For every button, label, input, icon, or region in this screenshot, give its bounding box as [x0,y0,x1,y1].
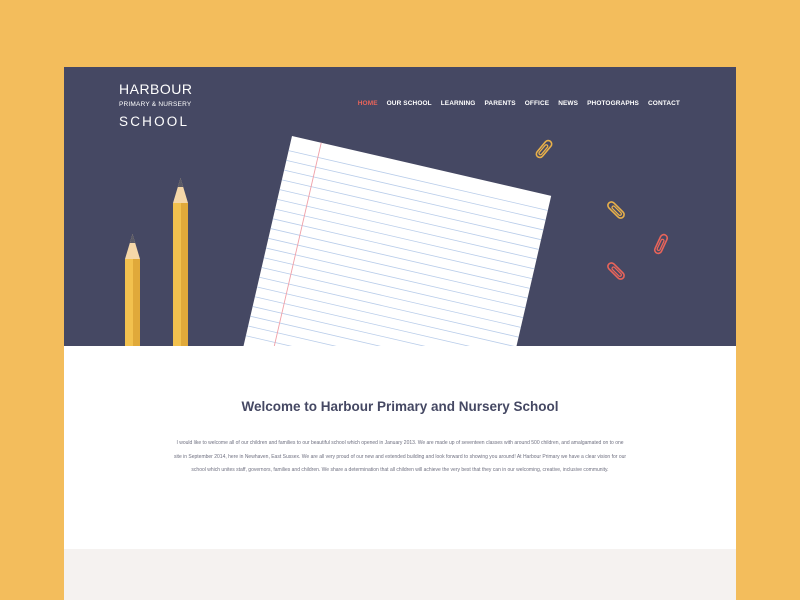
nav-photographs[interactable]: PHOTOGRAPHS [587,100,639,107]
paperclip-icon [607,262,625,280]
page-frame: HARBOUR PRIMARY & NURSERY SCHOOL HOME OU… [64,67,736,600]
lined-paper-icon [242,136,552,346]
main-nav: HOME OUR SCHOOL LEARNING PARENTS OFFICE … [358,100,680,107]
nav-learning[interactable]: LEARNING [441,100,476,107]
paperclip-icon [607,201,625,219]
welcome-section: Welcome to Harbour Primary and Nursery S… [64,346,736,549]
paperclip-icon [653,233,669,255]
hero-banner: HARBOUR PRIMARY & NURSERY SCHOOL HOME OU… [64,67,736,346]
nav-news[interactable]: NEWS [558,100,578,107]
welcome-text: I would like to welcome all of our child… [173,440,627,473]
next-section [64,549,736,600]
nav-parents[interactable]: PARENTS [484,100,515,107]
logo-primary-nursery: PRIMARY & NURSERY [119,101,192,108]
nav-our-school[interactable]: OUR SCHOOL [387,100,432,107]
pencil-icon [125,234,140,346]
school-logo[interactable]: HARBOUR PRIMARY & NURSERY SCHOOL [119,81,193,129]
logo-school: SCHOOL [119,114,190,129]
welcome-title: Welcome to Harbour Primary and Nursery S… [241,399,559,414]
pencil-icon [173,178,188,346]
paperclip-icon [535,139,553,159]
nav-office[interactable]: OFFICE [525,100,549,107]
logo-harbour: HARBOUR [119,81,193,97]
nav-home[interactable]: HOME [358,100,378,107]
nav-contact[interactable]: CONTACT [648,100,680,107]
